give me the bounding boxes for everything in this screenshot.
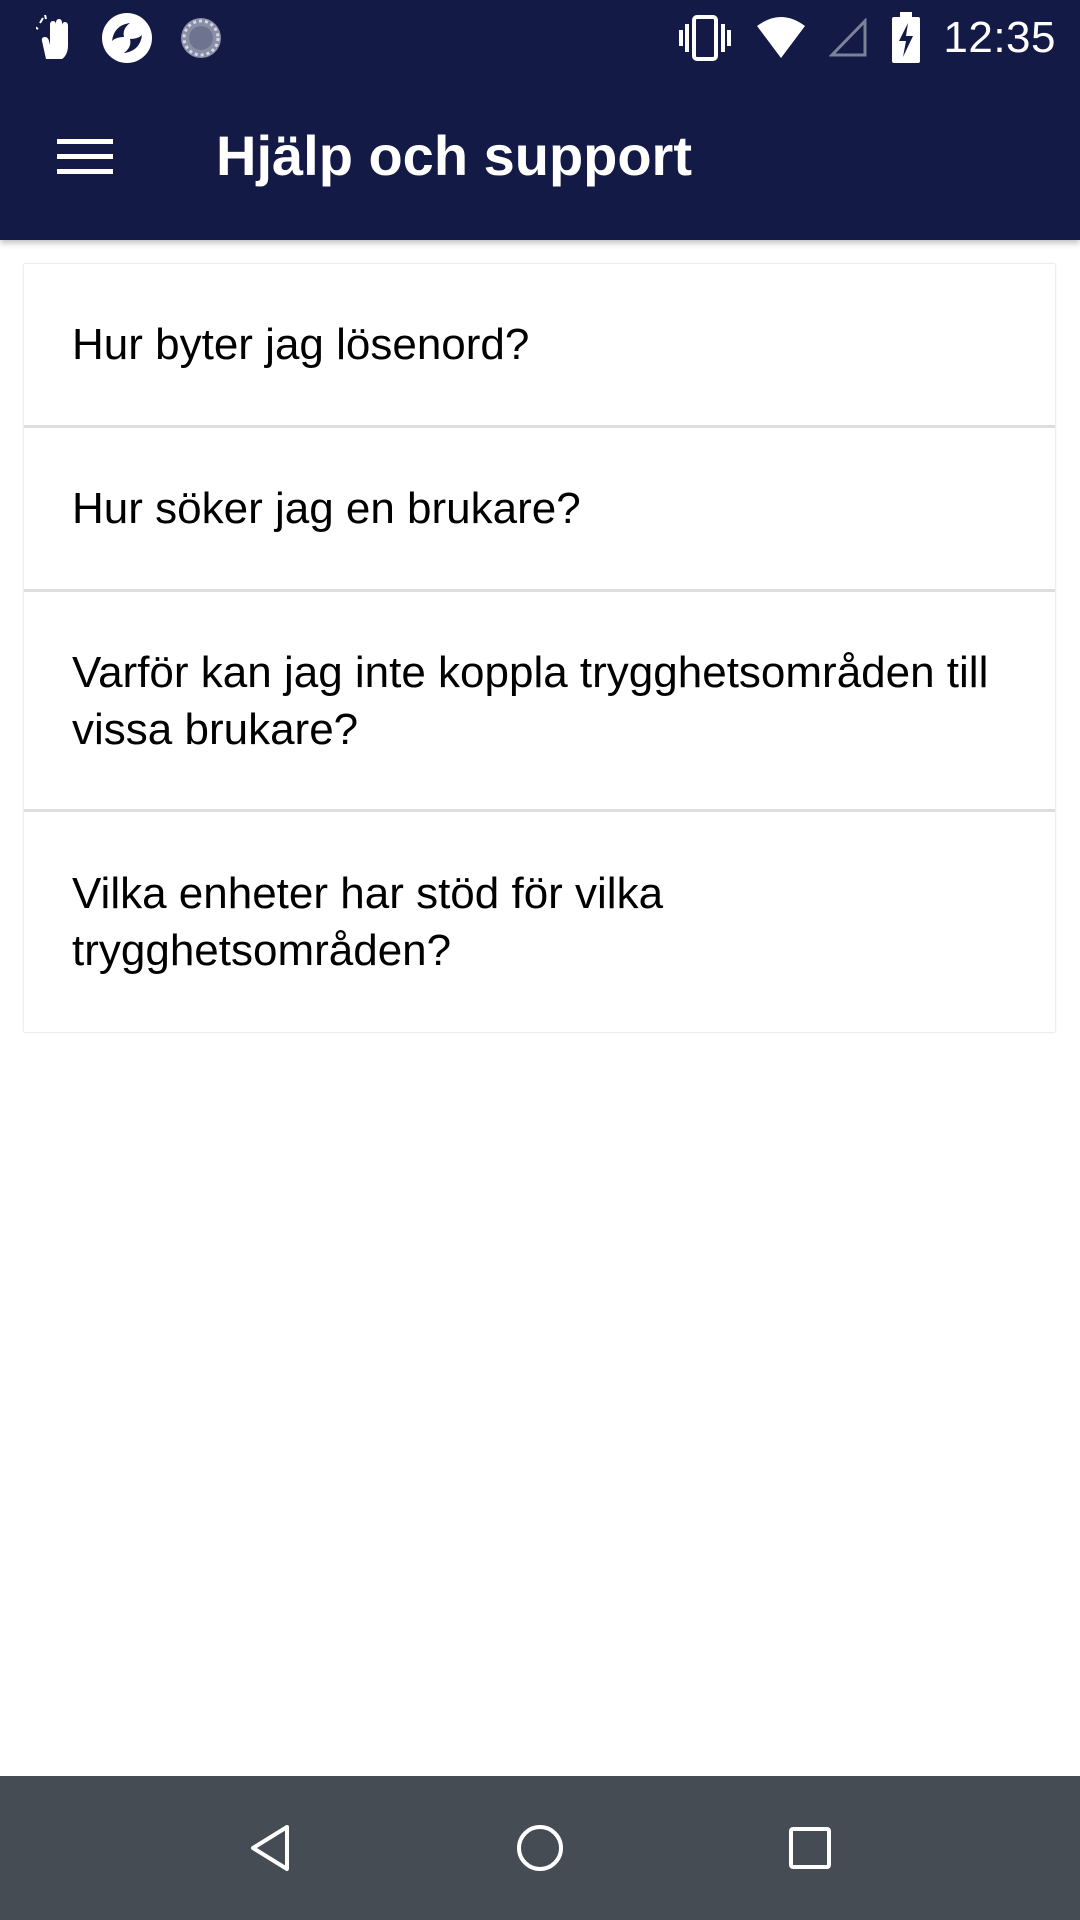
faq-item-supported-devices[interactable]: Vilka enheter har stöd för vilka trygghe…: [24, 812, 1055, 1032]
sync-spinner-icon: [178, 15, 224, 61]
app-logo-notification-icon: [100, 11, 154, 65]
battery-charging-icon: [891, 12, 921, 64]
vibrate-icon: [677, 14, 733, 62]
recents-icon: [788, 1826, 832, 1870]
back-icon: [247, 1823, 293, 1873]
home-icon: [515, 1823, 565, 1873]
screen: 12:35 Hjälp och support Hur byter jag lö…: [0, 0, 1080, 1920]
faq-item-label: Varför kan jag inte koppla trygghetsområ…: [72, 647, 989, 754]
notification-icons: [36, 10, 224, 66]
cellular-signal-icon: [829, 18, 869, 58]
hand-notification-icon: [36, 15, 76, 61]
app-bar: Hjälp och support: [0, 75, 1080, 240]
faq-item-search-user[interactable]: Hur söker jag en brukare?: [24, 428, 1055, 592]
navigation-bar: [0, 1776, 1080, 1920]
home-button[interactable]: [490, 1798, 590, 1898]
status-bar: 12:35: [0, 0, 1080, 75]
status-time: 12:35: [943, 13, 1056, 62]
faq-item-label: Vilka enheter har stöd för vilka trygghe…: [72, 869, 664, 975]
back-button[interactable]: [220, 1798, 320, 1898]
faq-list: Hur byter jag lösenord? Hur söker jag en…: [24, 264, 1055, 1032]
faq-item-change-password[interactable]: Hur byter jag lösenord?: [24, 264, 1055, 428]
system-status-icons: 12:35: [677, 10, 1056, 66]
faq-item-connect-safety-areas[interactable]: Varför kan jag inte koppla trygghetsområ…: [24, 592, 1055, 812]
page-title: Hjälp och support: [216, 124, 692, 187]
recents-button[interactable]: [760, 1798, 860, 1898]
faq-item-label: Hur byter jag lösenord?: [72, 320, 530, 369]
hamburger-menu-icon: [57, 137, 113, 177]
wifi-icon: [755, 16, 807, 60]
menu-button[interactable]: [30, 115, 140, 199]
faq-item-label: Hur söker jag en brukare?: [72, 484, 581, 533]
top-bar: 12:35 Hjälp och support: [0, 0, 1080, 240]
